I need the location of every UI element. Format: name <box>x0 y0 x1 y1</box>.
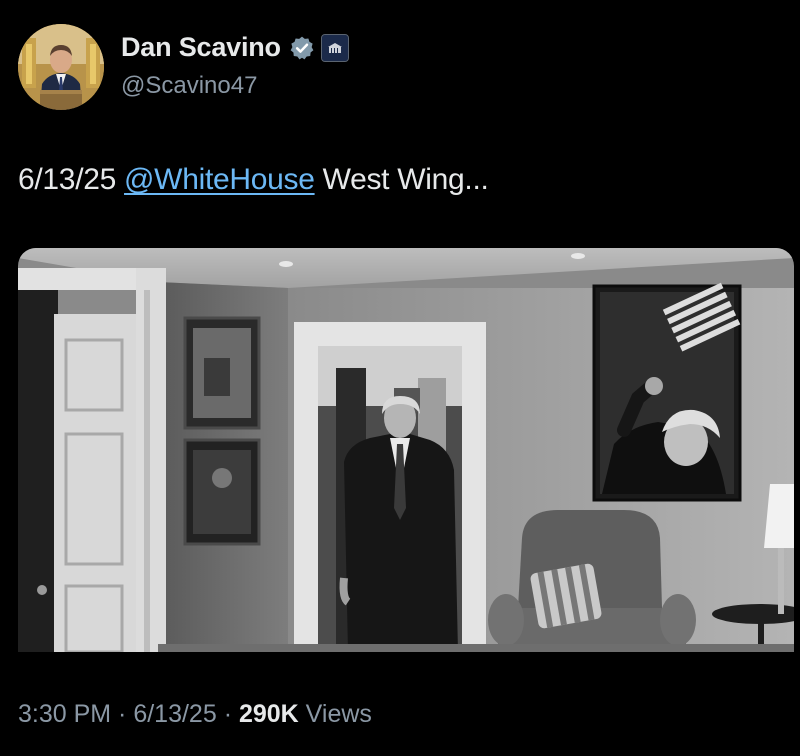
tweet-text-prefix: 6/13/25 <box>18 163 125 196</box>
views-count[interactable]: 290K <box>239 700 299 728</box>
avatar[interactable] <box>18 24 104 110</box>
tweet-time[interactable]: 3:30 PM <box>18 700 111 728</box>
tweet-meta: 3:30 PM · 6/13/25 · 290K Views <box>18 700 372 729</box>
photo-icon <box>18 248 794 652</box>
author-name-row[interactable]: Dan Scavino <box>121 32 349 63</box>
author-display-name[interactable]: Dan Scavino <box>121 32 281 63</box>
meta-separator: · <box>216 700 239 728</box>
tweet[interactable]: Dan Scavino @Scavino47 6/13/25 @WhiteHou… <box>0 0 800 756</box>
meta-separator: · <box>111 700 134 728</box>
views-label: Views <box>298 700 372 728</box>
author-handle[interactable]: @Scavino47 <box>121 72 257 100</box>
mention-link[interactable]: @WhiteHouse <box>124 163 315 196</box>
tweet-photo[interactable] <box>18 248 794 652</box>
white-house-badge-icon[interactable] <box>320 33 349 62</box>
profile-photo <box>18 24 104 110</box>
verified-badge-icon[interactable] <box>289 35 315 61</box>
tweet-date[interactable]: 6/13/25 <box>133 700 216 728</box>
tweet-text-suffix: West Wing... <box>314 163 489 196</box>
tweet-text: 6/13/25 @WhiteHouse West Wing... <box>18 163 489 197</box>
